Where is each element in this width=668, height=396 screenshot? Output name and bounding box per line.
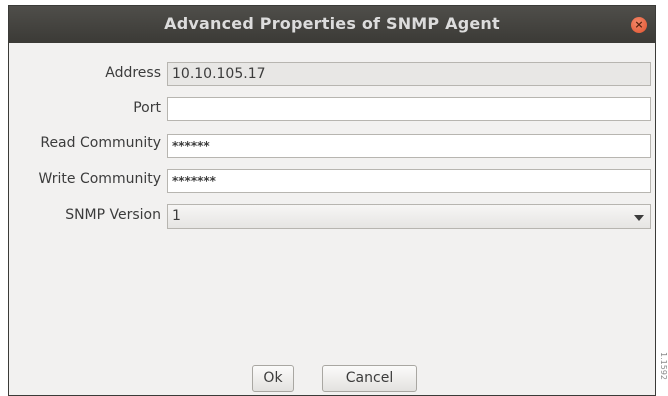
snmp-version-value: 1	[172, 208, 181, 224]
ok-button[interactable]: Ok	[252, 365, 294, 392]
address-label: Address	[105, 65, 161, 81]
close-icon: ×	[634, 18, 644, 31]
dialog-title: Advanced Properties of SNMP Agent	[164, 14, 500, 33]
snmp-version-select[interactable]: 1	[167, 204, 651, 229]
write-community-label: Write Community	[38, 171, 161, 187]
write-community-field[interactable]	[167, 169, 651, 193]
figure-id-label: 1.1592	[659, 352, 668, 380]
cancel-button[interactable]: Cancel	[322, 365, 417, 392]
read-community-field[interactable]	[167, 134, 651, 158]
snmp-agent-properties-dialog: Advanced Properties of SNMP Agent × Addr…	[8, 5, 656, 396]
dropdown-arrow-icon	[634, 215, 644, 221]
port-field[interactable]	[167, 97, 651, 121]
address-field[interactable]	[167, 62, 651, 86]
read-community-label: Read Community	[40, 135, 161, 151]
port-label: Port	[133, 100, 161, 116]
close-button[interactable]: ×	[631, 17, 647, 33]
title-bar[interactable]: Advanced Properties of SNMP Agent ×	[9, 6, 655, 43]
snmp-version-label: SNMP Version	[65, 207, 161, 223]
